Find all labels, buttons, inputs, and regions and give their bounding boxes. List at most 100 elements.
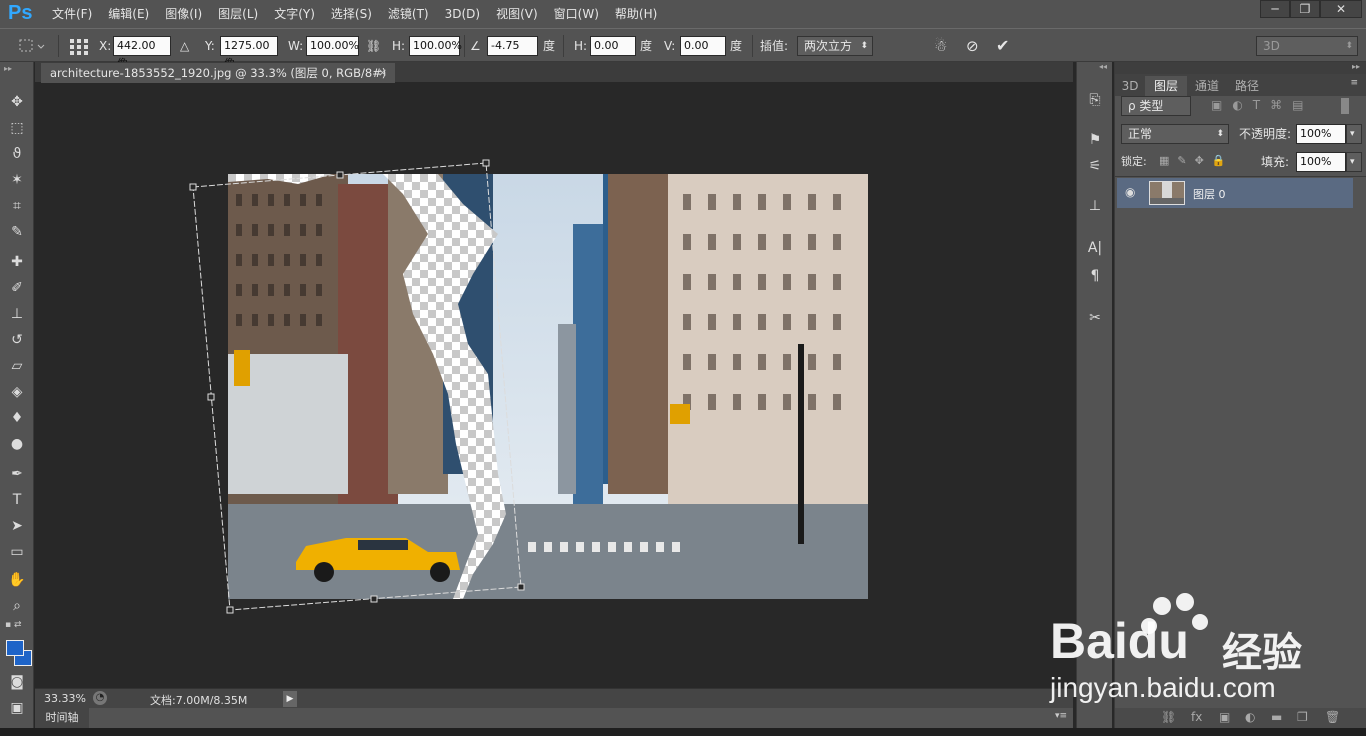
filter-toggle[interactable]	[1341, 98, 1349, 114]
blend-mode-dropdown[interactable]: 正常 ⬍	[1121, 124, 1229, 144]
filter-icons[interactable]: ▣◐T⌘▤	[1211, 98, 1313, 112]
opacity-field[interactable]: 100%	[1296, 124, 1346, 144]
menu-file[interactable]: 文件(F)	[44, 5, 100, 23]
menu-select[interactable]: 选择(S)	[323, 5, 380, 23]
menu-help[interactable]: 帮助(H)	[607, 5, 665, 23]
collapse-icon[interactable]: ▸▸	[4, 64, 12, 73]
pen-tool-icon[interactable]: ✒	[4, 462, 30, 486]
history-brush-tool-icon[interactable]: ↺	[4, 328, 30, 352]
w-label: W:	[288, 39, 304, 53]
menu-view[interactable]: 视图(V)	[488, 5, 546, 23]
cancel-transform-icon[interactable]: ⊘	[966, 36, 979, 56]
tool-preset-icon[interactable]	[6, 36, 46, 56]
tab-channels[interactable]: 通道	[1187, 76, 1227, 96]
menu-3d[interactable]: 3D(D)	[437, 5, 488, 23]
rotate-field[interactable]: -4.75	[487, 36, 538, 56]
lock-icons[interactable]: ▦✎✥🔒	[1159, 154, 1234, 167]
warp-mode-icon[interactable]: ☃	[934, 36, 947, 56]
minimize-button[interactable]: ─	[1260, 0, 1290, 18]
shape-tool-icon[interactable]: ▭	[4, 540, 30, 564]
status-options-icon[interactable]: ◔	[93, 691, 107, 705]
layer-name[interactable]: 图层 0	[1193, 186, 1226, 202]
workspace-dropdown[interactable]: 3D ⬍	[1256, 36, 1358, 56]
tab-layers[interactable]: 图层	[1145, 76, 1187, 96]
layer-style-icon[interactable]: fx	[1191, 710, 1202, 724]
collapse-icon[interactable]: ◂◂	[1099, 62, 1107, 71]
move-tool-icon[interactable]: ✥	[4, 90, 30, 114]
tab-paths[interactable]: 路径	[1227, 76, 1267, 96]
collapse-icon[interactable]: ▸▸	[1352, 62, 1360, 71]
status-menu-arrow-icon[interactable]: ▶	[283, 691, 297, 707]
menu-filter[interactable]: 滤镜(T)	[380, 5, 437, 23]
menu-layer[interactable]: 图层(L)	[210, 5, 266, 23]
character-panel-icon[interactable]: A|	[1082, 236, 1108, 260]
document-tab[interactable]: architecture-1853552_1920.jpg @ 33.3% (图…	[41, 63, 395, 100]
adjustment-layer-icon[interactable]: ◐	[1245, 710, 1255, 724]
add-mask-icon[interactable]: ▣	[1219, 710, 1230, 724]
relative-position-icon[interactable]: △	[180, 36, 189, 56]
type-tool-icon[interactable]: T	[4, 488, 30, 512]
taskbar	[0, 728, 1366, 736]
blur-tool-icon[interactable]: ♦	[4, 406, 30, 430]
menu-window[interactable]: 窗口(W)	[546, 5, 607, 23]
zoom-tool-icon[interactable]: ⌕	[4, 594, 30, 618]
timeline-tab[interactable]: 时间轴	[35, 708, 89, 728]
eyedropper-tool-icon[interactable]: ✎	[4, 220, 30, 244]
zoom-level[interactable]: 33.33%	[44, 692, 86, 705]
stamp-tool-icon[interactable]: ⊥	[4, 302, 30, 326]
menu-image[interactable]: 图像(I)	[157, 5, 210, 23]
layer-filter-dropdown[interactable]: ρ 类型	[1121, 96, 1191, 116]
menu-type[interactable]: 文字(Y)	[266, 5, 323, 23]
brush-panel-icon[interactable]: ⚑	[1082, 128, 1108, 152]
transform-bounding-box[interactable]	[185, 155, 530, 615]
opacity-dropdown-arrow-icon[interactable]: ▾	[1346, 124, 1362, 144]
y-position-field[interactable]: 1275.00 像	[220, 36, 278, 70]
history-panel-icon[interactable]: ⎘	[1082, 88, 1108, 112]
quick-mask-icon[interactable]: ◙	[4, 670, 30, 694]
marquee-tool-icon[interactable]: ⬚	[4, 116, 30, 140]
healing-brush-tool-icon[interactable]: ✚	[4, 250, 30, 274]
adjustments-panel-icon[interactable]: ⚟	[1082, 154, 1108, 178]
interpolation-dropdown[interactable]: 两次立方 ⬍	[797, 36, 873, 56]
menu-edit[interactable]: 编辑(E)	[100, 5, 157, 23]
path-selection-tool-icon[interactable]: ➤	[4, 514, 30, 538]
foreground-color-swatch[interactable]	[6, 640, 24, 656]
vertical-skew-field[interactable]: 0.00	[680, 36, 726, 56]
magic-wand-tool-icon[interactable]: ✶	[4, 168, 30, 192]
new-layer-icon[interactable]: ❐	[1297, 710, 1308, 724]
lasso-tool-icon[interactable]: ϑ	[4, 142, 30, 166]
fill-dropdown-arrow-icon[interactable]: ▾	[1346, 152, 1362, 172]
layer-row[interactable]: ◉ 图层 0	[1117, 178, 1353, 208]
close-tab-icon[interactable]: ×	[378, 63, 392, 83]
dodge-tool-icon[interactable]: ●	[4, 432, 30, 456]
panel-menu-icon[interactable]: ≡	[1350, 78, 1358, 88]
crop-tool-icon[interactable]: ⌗	[4, 194, 30, 218]
trash-icon[interactable]: 🗑	[1325, 710, 1340, 724]
panel-menu-icon[interactable]: ▾≡	[1055, 711, 1067, 721]
commit-transform-icon[interactable]: ✔	[996, 36, 1009, 56]
width-field[interactable]: 100.00%	[306, 36, 359, 56]
paint-bucket-tool-icon[interactable]: ◈	[4, 380, 30, 404]
reference-point-icon[interactable]	[68, 36, 90, 56]
close-window-button[interactable]: ✕	[1320, 0, 1362, 18]
height-field[interactable]: 100.00%	[409, 36, 462, 56]
horizontal-skew-field[interactable]: 0.00	[590, 36, 636, 56]
screen-mode-icon[interactable]: ▣	[4, 696, 30, 720]
tools-panel: ▸▸ ✥ ⬚ ϑ ✶ ⌗ ✎ ✚ ✐ ⊥ ↺ ▱ ◈ ♦ ● ✒ T ➤ ▭ ✋…	[0, 62, 34, 736]
swap-colors-icon[interactable]: ▪ ⇄	[5, 620, 29, 630]
eye-icon[interactable]: ◉	[1125, 185, 1135, 199]
link-icon[interactable]: ⛓	[366, 36, 381, 56]
brush-tool-icon[interactable]: ✐	[4, 276, 30, 300]
eraser-tool-icon[interactable]: ▱	[4, 354, 30, 378]
paragraph-panel-icon[interactable]: ¶	[1082, 264, 1108, 288]
clone-source-panel-icon[interactable]: ⊥	[1082, 194, 1108, 218]
restore-button[interactable]: ❐	[1290, 0, 1320, 18]
group-folder-icon[interactable]: ▬	[1271, 710, 1282, 724]
x-position-field[interactable]: 442.00 像	[113, 36, 171, 70]
separator	[464, 35, 465, 57]
link-layers-icon[interactable]: ⛓	[1161, 710, 1176, 724]
fill-field[interactable]: 100%	[1296, 152, 1346, 172]
tool-presets-panel-icon[interactable]: ✂	[1082, 306, 1108, 330]
tab-3d[interactable]: 3D	[1117, 76, 1143, 96]
hand-tool-icon[interactable]: ✋	[4, 568, 30, 592]
